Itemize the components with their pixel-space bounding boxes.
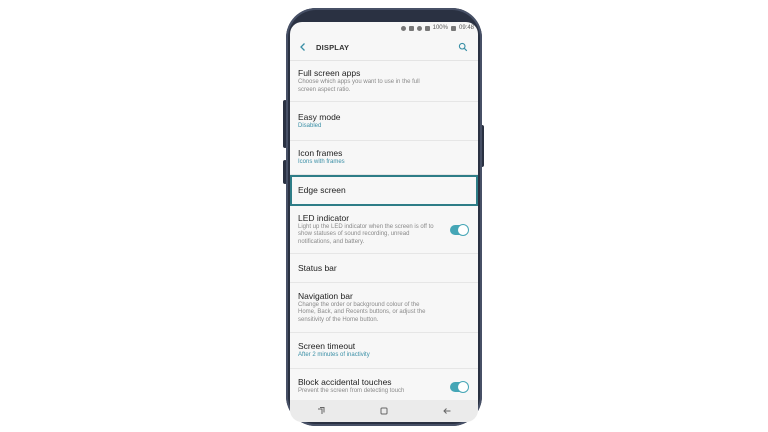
- search-icon[interactable]: [456, 40, 470, 54]
- home-icon[interactable]: [376, 403, 392, 419]
- setting-led-indicator[interactable]: LED indicator Light up the LED indicator…: [290, 206, 478, 254]
- settings-list: Full screen apps Choose which apps you w…: [290, 61, 478, 405]
- nfc-icon: [408, 25, 414, 31]
- setting-subtitle: Change the order or background colour of…: [298, 301, 426, 323]
- setting-navigation-bar[interactable]: Navigation bar Change the order or backg…: [290, 283, 478, 333]
- setting-title: Navigation bar: [298, 290, 353, 301]
- setting-title: Icon frames: [298, 148, 343, 159]
- recents-icon[interactable]: [313, 403, 329, 419]
- setting-title: Block accidental touches: [298, 377, 392, 388]
- setting-subtitle: Light up the LED indicator when the scre…: [298, 223, 434, 245]
- setting-easy-mode[interactable]: Easy mode Disabled: [290, 102, 478, 141]
- battery-icon: [450, 25, 456, 31]
- setting-icon-frames[interactable]: Icon frames Icons with frames: [290, 141, 478, 175]
- clock: 09:48: [458, 25, 474, 31]
- status-bar: 100% 09:48: [290, 22, 478, 34]
- setting-edge-screen[interactable]: Edge screen: [290, 175, 478, 206]
- wifi-icon: [416, 25, 422, 31]
- app-bar: DISPLAY: [290, 34, 478, 61]
- page-title: DISPLAY: [316, 42, 350, 52]
- setting-title: Easy mode: [298, 111, 341, 122]
- setting-subtitle: Prevent the screen from detecting touch: [298, 388, 405, 395]
- setting-subtitle: Choose which apps you want to use in the…: [298, 79, 420, 93]
- setting-subtitle: Disabled: [298, 122, 322, 129]
- back-icon[interactable]: [439, 403, 455, 419]
- setting-title: Full screen apps: [298, 68, 361, 78]
- setting-status-bar[interactable]: Status bar: [290, 254, 478, 283]
- setting-title: Status bar: [298, 262, 337, 273]
- setting-full-screen-apps[interactable]: Full screen apps Choose which apps you w…: [290, 61, 478, 102]
- setting-title: Edge screen: [298, 184, 346, 195]
- setting-subtitle: After 2 minutes of inactivity: [298, 352, 370, 359]
- bluetooth-icon: [400, 25, 406, 31]
- navigation-bar: [290, 400, 478, 422]
- back-arrow-icon[interactable]: [296, 40, 310, 54]
- block-touches-toggle[interactable]: [450, 381, 468, 392]
- signal-icon: [424, 25, 430, 31]
- setting-title: LED indicator: [298, 212, 350, 223]
- setting-title: Screen timeout: [298, 341, 356, 352]
- setting-subtitle: Icons with frames: [298, 159, 345, 166]
- led-indicator-toggle[interactable]: [450, 224, 468, 235]
- battery-level: 100%: [432, 25, 448, 31]
- setting-screen-timeout[interactable]: Screen timeout After 2 minutes of inacti…: [290, 333, 478, 369]
- phone-screen: 100% 09:48 DISPLAY Full screen apps Choo…: [290, 22, 478, 422]
